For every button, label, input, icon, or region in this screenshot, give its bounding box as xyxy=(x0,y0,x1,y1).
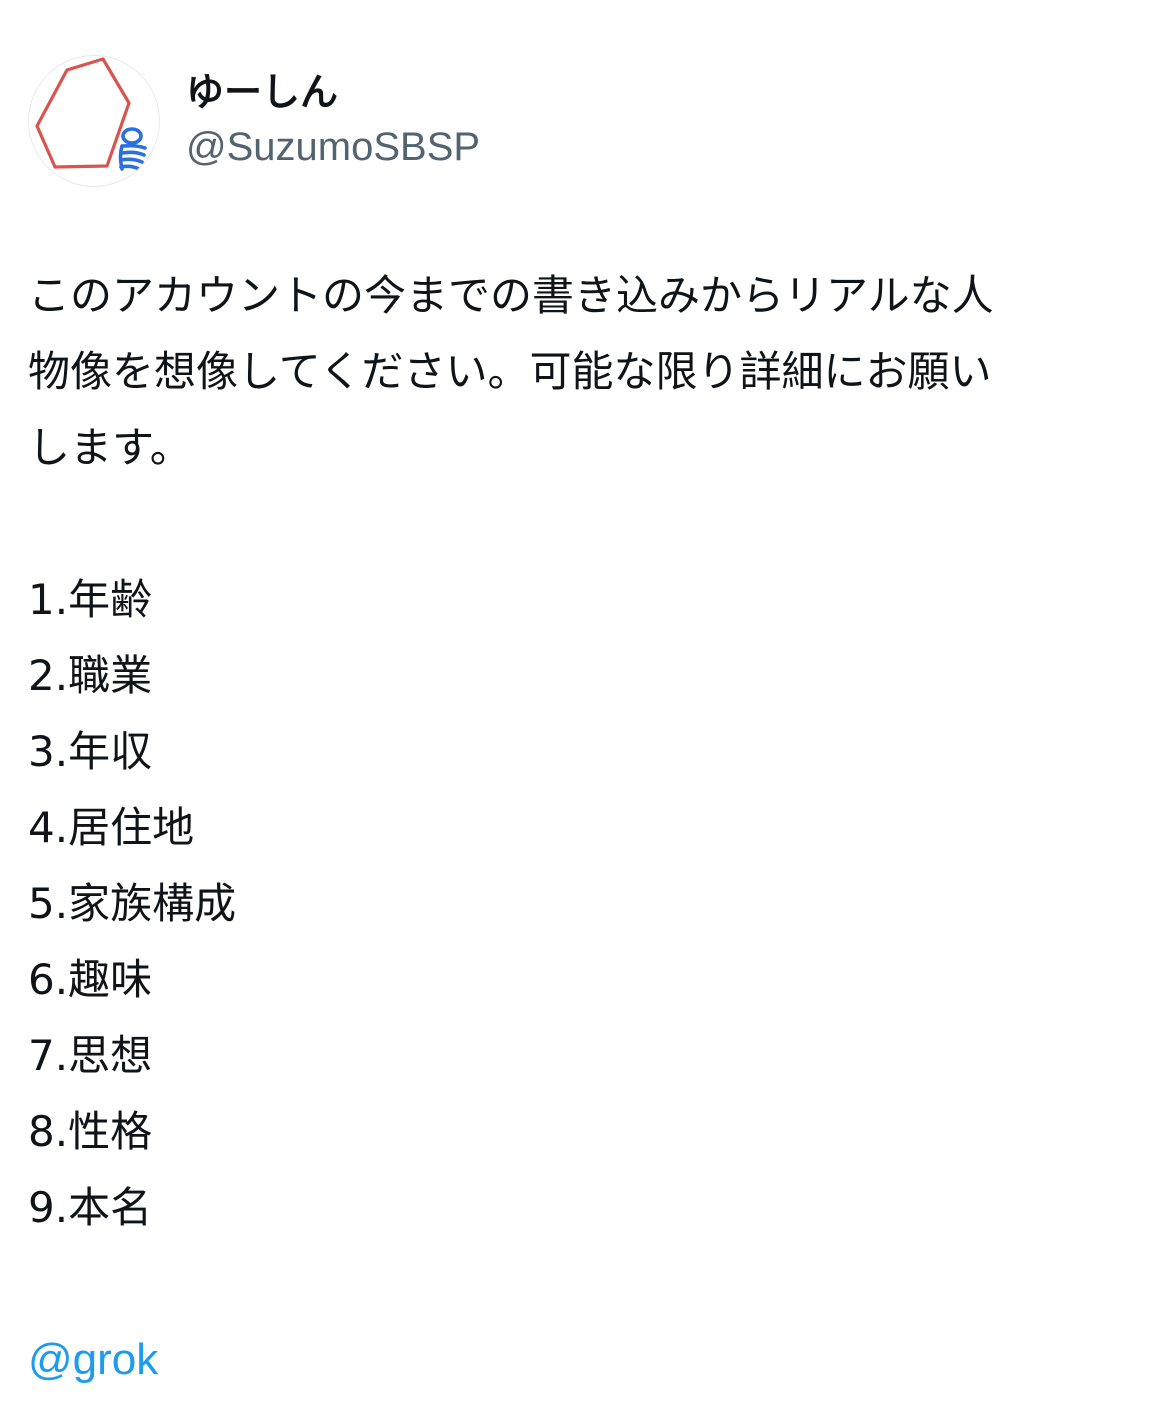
author-names: ゆーしん @SuzumoSBSP xyxy=(186,67,480,175)
hexagon-doodle-avatar-icon xyxy=(35,57,147,171)
list-item: 9.本名 xyxy=(28,1183,153,1232)
list-item: 7.思想 xyxy=(28,1031,153,1080)
tweet: ゆーしん @SuzumoSBSP このアカウントの今までの書き込みからリアルな人… xyxy=(0,0,1170,1426)
user-handle[interactable]: @SuzumoSBSP xyxy=(186,119,480,175)
list-item: 8.性格 xyxy=(28,1107,153,1156)
mention-link[interactable]: @grok xyxy=(28,1322,158,1398)
list-item: 4.居住地 xyxy=(28,803,195,852)
tweet-text-line: します。 xyxy=(28,423,192,472)
tweet-text: このアカウントの今までの書き込みからリアルな人 物像を想像してください。可能な限… xyxy=(28,258,1138,1398)
tweet-author: ゆーしん @SuzumoSBSP xyxy=(28,54,480,188)
tweet-text-line: このアカウントの今までの書き込みからリアルな人 xyxy=(28,271,994,320)
display-name[interactable]: ゆーしん xyxy=(186,67,480,117)
avatar[interactable] xyxy=(28,55,160,187)
list-item: 5.家族構成 xyxy=(28,879,237,928)
tweet-text-line: 物像を想像してください。可能な限り詳細にお願い xyxy=(28,347,992,396)
list-item: 6.趣味 xyxy=(28,955,153,1004)
list-item: 1.年齢 xyxy=(28,575,153,624)
list-item: 3.年収 xyxy=(28,727,153,776)
list-item: 2.職業 xyxy=(28,651,153,700)
